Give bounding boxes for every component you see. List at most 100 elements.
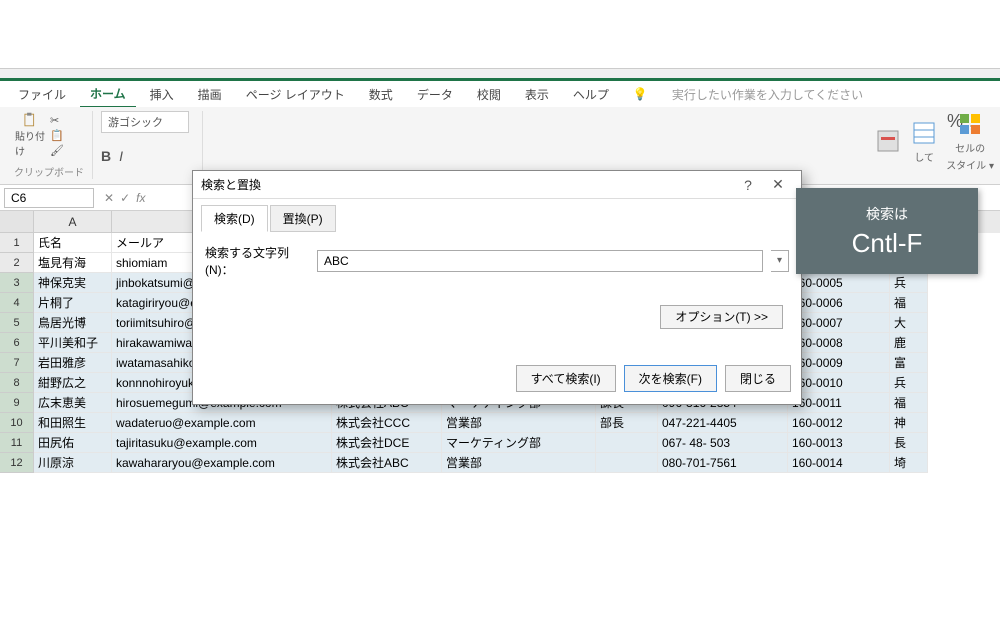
tab-insert[interactable]: 挿入: [140, 82, 184, 107]
row-header-1[interactable]: 1: [0, 233, 34, 253]
cell[interactable]: kawahararyou@example.com: [112, 453, 332, 473]
cell[interactable]: 160-0010: [788, 373, 890, 393]
cell[interactable]: 平川美和子: [34, 333, 112, 353]
cell[interactable]: [596, 453, 658, 473]
cell[interactable]: 神: [890, 413, 928, 433]
cell[interactable]: 田尻佑: [34, 433, 112, 453]
row-header[interactable]: 8: [0, 373, 34, 393]
find-dropdown-icon[interactable]: ▾: [771, 250, 789, 272]
row-header[interactable]: 2: [0, 253, 34, 273]
dialog-title-bar[interactable]: 検索と置換 ? ✕: [193, 171, 801, 199]
tab-draw[interactable]: 描画: [188, 82, 232, 107]
cell[interactable]: 080-701-7561: [658, 453, 788, 473]
cell[interactable]: 兵: [890, 273, 928, 293]
annotation-line2: Cntl-F: [852, 228, 923, 259]
cell[interactable]: 160-0012: [788, 413, 890, 433]
cell[interactable]: 氏名: [34, 233, 112, 253]
tab-file[interactable]: ファイル: [8, 82, 76, 107]
select-all-corner[interactable]: [0, 211, 34, 233]
cell[interactable]: wadateruo@example.com: [112, 413, 332, 433]
cell[interactable]: 営業部: [442, 413, 596, 433]
cell[interactable]: 片桐了: [34, 293, 112, 313]
options-button[interactable]: オプション(T) >>: [660, 305, 783, 329]
cell[interactable]: マーケティング部: [442, 433, 596, 453]
tab-page-layout[interactable]: ページ レイアウト: [236, 82, 355, 107]
cell[interactable]: 埼: [890, 453, 928, 473]
tab-help[interactable]: ヘルプ: [563, 82, 619, 107]
cond-format-icon[interactable]: [874, 127, 902, 155]
cell[interactable]: 川原涼: [34, 453, 112, 473]
format-table-icon[interactable]: して: [910, 119, 938, 164]
row-header[interactable]: 6: [0, 333, 34, 353]
name-box[interactable]: C6: [4, 188, 94, 208]
tab-home[interactable]: ホーム: [80, 81, 136, 108]
close-icon[interactable]: ✕: [763, 176, 793, 193]
cell[interactable]: [596, 433, 658, 453]
italic-button[interactable]: I: [119, 148, 123, 164]
tab-data[interactable]: データ: [407, 82, 463, 107]
cell[interactable]: 160-0005: [788, 273, 890, 293]
find-label: 検索する文字列(N)：: [205, 244, 309, 278]
find-next-button[interactable]: 次を検索(F): [624, 365, 717, 392]
cell[interactable]: 福: [890, 393, 928, 413]
cell[interactable]: 160-0009: [788, 353, 890, 373]
tab-view[interactable]: 表示: [515, 82, 559, 107]
enter-icon[interactable]: ✓: [120, 191, 130, 205]
help-icon[interactable]: ?: [733, 177, 763, 193]
tab-review[interactable]: 校閲: [467, 82, 511, 107]
row-header[interactable]: 3: [0, 273, 34, 293]
cell[interactable]: 株式会社DCE: [332, 433, 442, 453]
row-header[interactable]: 9: [0, 393, 34, 413]
cell[interactable]: 鹿: [890, 333, 928, 353]
cell[interactable]: 047-221-4405: [658, 413, 788, 433]
row-header[interactable]: 11: [0, 433, 34, 453]
tab-replace[interactable]: 置換(P): [270, 205, 336, 232]
clipboard-label: クリップボード: [14, 164, 84, 179]
cell[interactable]: 神保克実: [34, 273, 112, 293]
cell[interactable]: 塩見有海: [34, 253, 112, 273]
cell[interactable]: 和田照生: [34, 413, 112, 433]
cell[interactable]: 160-0013: [788, 433, 890, 453]
row-header[interactable]: 4: [0, 293, 34, 313]
cell-styles-icon[interactable]: セルのスタイル ▾: [946, 110, 994, 172]
cell[interactable]: 紺野広之: [34, 373, 112, 393]
cell[interactable]: 株式会社CCC: [332, 413, 442, 433]
cell[interactable]: 160-0014: [788, 453, 890, 473]
format-painter-icon[interactable]: 🖌: [50, 144, 64, 157]
tell-me-input[interactable]: 実行したい作業を入力してください: [662, 82, 873, 107]
find-input[interactable]: [317, 250, 763, 272]
cell[interactable]: 岩田雅彦: [34, 353, 112, 373]
cell[interactable]: 鳥居光博: [34, 313, 112, 333]
find-all-button[interactable]: すべて検索(I): [516, 365, 616, 392]
cell[interactable]: 067- 48- 503: [658, 433, 788, 453]
row-header[interactable]: 7: [0, 353, 34, 373]
row-header[interactable]: 10: [0, 413, 34, 433]
cell[interactable]: 広末恵美: [34, 393, 112, 413]
cell[interactable]: 兵: [890, 373, 928, 393]
row-header[interactable]: 5: [0, 313, 34, 333]
cell[interactable]: 部長: [596, 413, 658, 433]
cut-icon[interactable]: ✂: [50, 114, 64, 127]
cell[interactable]: 株式会社ABC: [332, 453, 442, 473]
font-name-box[interactable]: 游ゴシック: [101, 111, 189, 133]
row-header[interactable]: 12: [0, 453, 34, 473]
cell[interactable]: 大: [890, 313, 928, 333]
fx-icon[interactable]: fx: [136, 191, 145, 205]
cell[interactable]: 富: [890, 353, 928, 373]
copy-icon[interactable]: 📋: [50, 129, 64, 142]
col-A[interactable]: A: [34, 211, 112, 233]
cell[interactable]: 長: [890, 433, 928, 453]
cell[interactable]: 160-0007: [788, 313, 890, 333]
cell[interactable]: 営業部: [442, 453, 596, 473]
cell[interactable]: 160-0008: [788, 333, 890, 353]
close-button[interactable]: 閉じる: [725, 365, 791, 392]
cell[interactable]: 160-0006: [788, 293, 890, 313]
paste-icon[interactable]: 貼り付け: [14, 111, 46, 159]
tab-formulas[interactable]: 数式: [359, 82, 403, 107]
tab-find[interactable]: 検索(D): [201, 205, 268, 232]
cell[interactable]: 福: [890, 293, 928, 313]
bold-button[interactable]: B: [101, 148, 111, 164]
cancel-icon[interactable]: ✕: [104, 191, 114, 205]
cell[interactable]: tajiritasuku@example.com: [112, 433, 332, 453]
cell[interactable]: 160-0011: [788, 393, 890, 413]
